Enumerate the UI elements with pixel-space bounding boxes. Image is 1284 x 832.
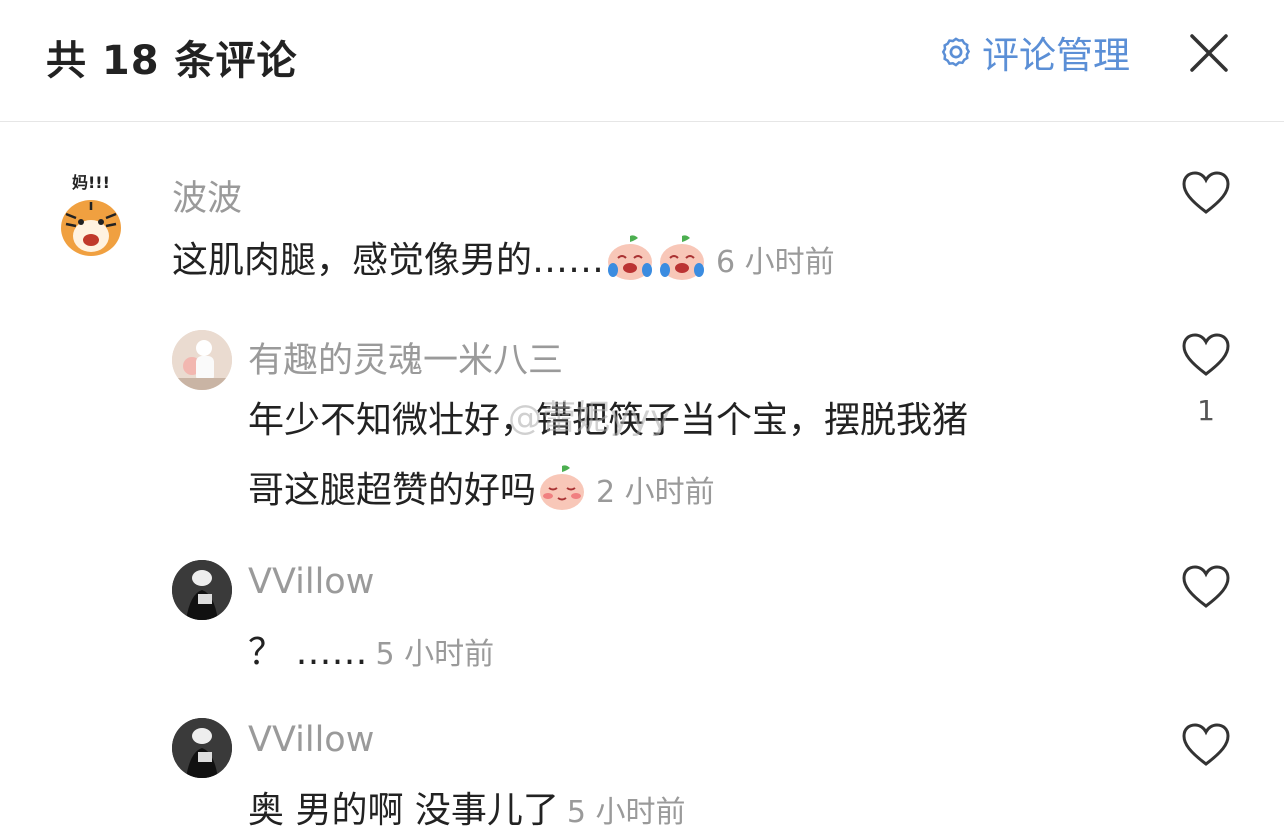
heart-icon[interactable] [1180,562,1232,614]
avatar[interactable] [172,718,232,778]
comment-time: 6 小时前 [716,245,835,280]
commenter-name[interactable]: VVillow [248,562,374,602]
gear-icon [941,37,971,67]
avatar[interactable]: 妈!!! [52,170,130,262]
comments-header: 共 18 条评论 评论管理 [0,0,1284,122]
comment-time: 2 小时前 [596,475,715,510]
tiger-avatar-icon: 妈!!! [61,173,121,256]
laugh-cry-emoji-icon [608,235,653,280]
comment-text: 这肌肉腿，感觉像男的…… 6 小时前 [172,226,835,298]
comment-text-line-1: 年少不知微壮好，错把筷子当个宝，摆脱我猪 [248,400,969,441]
commenter-name[interactable]: 有趣的灵魂一米八三 [248,332,563,383]
close-icon[interactable] [1186,30,1232,76]
comment-time: 5 小时前 [566,795,686,830]
comment-text-line-2: 哥这腿超赞的好吗 2 小时前 [248,456,715,528]
shy-emoji-icon [540,465,585,510]
comment-body: 这肌肉腿，感觉像男的…… [172,240,605,281]
comment-text: 奥 男的啊 没事儿了 5 小时前 [248,776,686,832]
comment-body: 哥这腿超赞的好吗 [248,470,537,511]
avatar[interactable] [172,560,232,620]
avatar[interactable] [172,330,232,390]
person-avatar-icon [172,718,232,778]
person-avatar-icon [172,560,232,620]
heart-icon[interactable] [1180,168,1232,220]
laugh-cry-emoji-icon [660,235,705,280]
heart-icon[interactable] [1180,330,1232,382]
commenter-name[interactable]: 波波 [172,170,242,221]
commenter-name[interactable]: VVillow [248,720,374,760]
person-avatar-icon [172,330,232,390]
avatar-text: 妈!!! [72,173,110,192]
comment-manage-label: 评论管理 [982,34,1130,77]
comment-time: 5 小时前 [375,637,495,672]
like-count: 1 [1197,394,1215,427]
comment-count-title: 共 18 条评论 [46,38,298,84]
heart-icon[interactable] [1180,720,1232,772]
comment-body: ？ …… [248,632,368,673]
comment-text: ？ …… 5 小时前 [248,618,494,690]
comment-body: 奥 男的啊 没事儿了 [248,790,559,831]
comment-manage-button[interactable]: 评论管理 [938,30,1130,77]
